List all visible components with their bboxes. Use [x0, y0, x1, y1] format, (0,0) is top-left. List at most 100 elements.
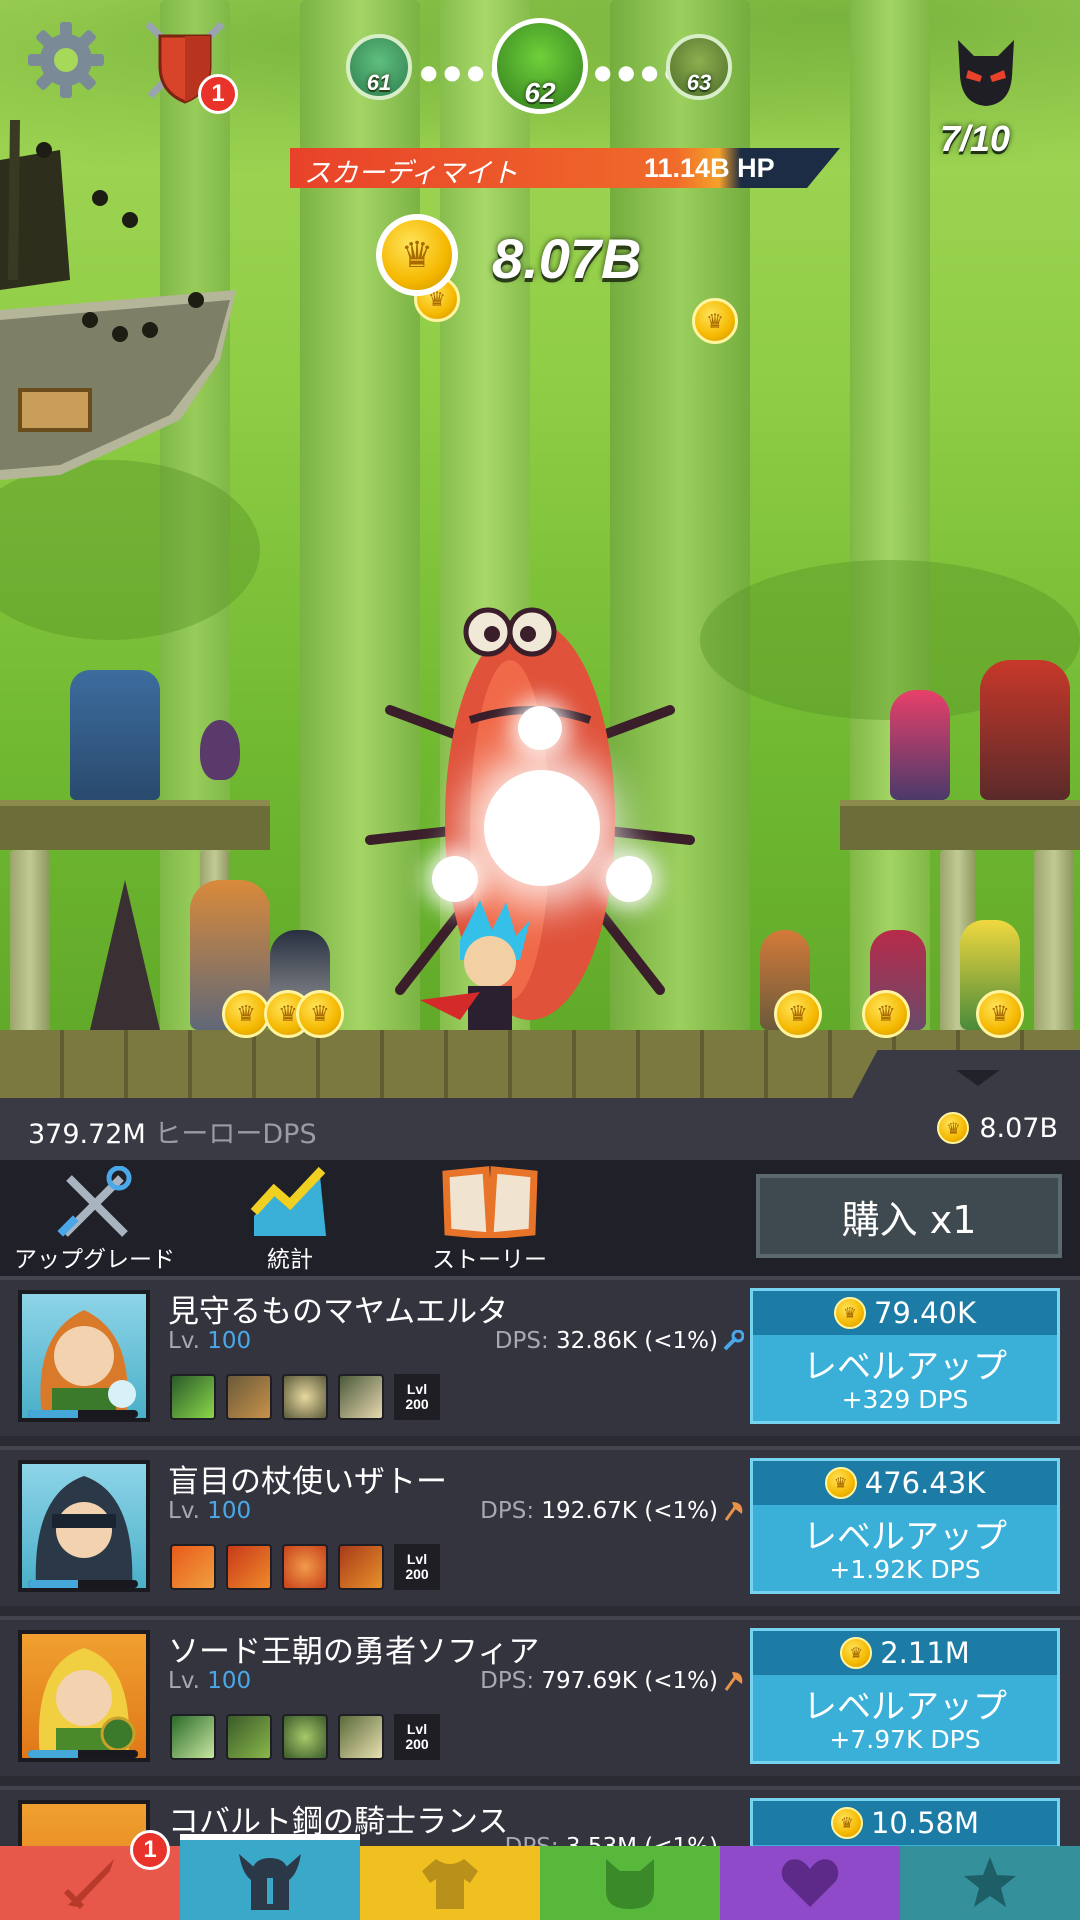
stats-button[interactable]: 統計: [250, 1166, 330, 1274]
dps-label: DPS:: [480, 1498, 535, 1524]
skill-icon[interactable]: [226, 1714, 272, 1760]
gold-coin-icon: ♛: [824, 1467, 857, 1499]
skill-icon[interactable]: [338, 1544, 384, 1590]
dps-value: 192.67K (<1%): [541, 1498, 718, 1524]
hero-character: [890, 690, 950, 800]
stage-node-current[interactable]: 62: [492, 18, 588, 114]
gold-coin[interactable]: ♛: [692, 298, 738, 344]
chevron-down-icon[interactable]: [956, 1070, 1000, 1086]
level-up-button[interactable]: ♛ 476.43K レベルアップ +1.92K DPS: [750, 1458, 1060, 1594]
level-value: 100: [207, 1668, 252, 1694]
level-label: Lv.: [168, 1498, 200, 1524]
clan-notification-badge: 1: [198, 74, 238, 114]
attack-flash: [518, 706, 562, 750]
gold-coin-icon: ♛: [833, 1297, 866, 1329]
skill-icon[interactable]: [282, 1714, 328, 1760]
level-up-button[interactable]: ♛ 2.11M レベルアップ +7.97K DPS: [750, 1628, 1060, 1764]
crossed-swords-icon: [56, 1166, 131, 1237]
sword-icon: [63, 1859, 114, 1910]
right-ledge: [840, 800, 1080, 850]
hero-face-image: [35, 1476, 133, 1588]
tab-pets[interactable]: [540, 1846, 720, 1920]
stage-number: 61: [366, 70, 392, 95]
story-button[interactable]: ストーリー: [432, 1166, 547, 1274]
hero-dps: DPS: 3.53M (<1%): [505, 1834, 718, 1846]
stage-number: 63: [686, 70, 712, 95]
gold-coin[interactable]: ♛: [862, 990, 910, 1038]
stage-node-next[interactable]: 63: [666, 34, 732, 100]
hero-dps-value: 379.72M: [28, 1119, 146, 1150]
attack-flash: [606, 856, 652, 902]
list-item: 盲目の杖使いザトー Lv. 100 DPS: 192.67K (<1%) Lvl…: [0, 1446, 1080, 1606]
xp-fill: [28, 1750, 78, 1758]
tab-clan[interactable]: [720, 1846, 900, 1920]
skill-icon[interactable]: [226, 1374, 272, 1420]
level-up-button[interactable]: ♛ 79.40K レベルアップ +329 DPS: [750, 1288, 1060, 1424]
story-label: ストーリー: [432, 1247, 547, 1273]
hero-portrait[interactable]: [18, 1630, 150, 1762]
skill-icon[interactable]: [170, 1374, 216, 1420]
dps-label: DPS:: [494, 1328, 549, 1354]
hero-character: [980, 660, 1070, 800]
upgrade-button[interactable]: アップグレード: [14, 1166, 175, 1274]
skill-icon[interactable]: [226, 1544, 272, 1590]
level-up-cost: ♛ 2.11M: [753, 1631, 1057, 1675]
xp-fill: [28, 1410, 78, 1418]
gold-coin[interactable]: ♛: [296, 990, 344, 1038]
level-up-label: レベルアップ: [803, 1347, 1007, 1387]
tab-sword[interactable]: 1: [0, 1830, 180, 1920]
skill-icon[interactable]: [170, 1714, 216, 1760]
dps-gain: +1.92K DPS: [829, 1555, 981, 1584]
dps-gain: +7.97K DPS: [829, 1725, 981, 1754]
tab-equipment[interactable]: [360, 1846, 540, 1920]
lvl-badge-value: 200: [405, 1736, 429, 1752]
gold-coin[interactable]: ♛: [774, 990, 822, 1038]
level-label: Lv.: [168, 1668, 200, 1694]
airship: [0, 120, 236, 480]
lvl-badge: Lvl 200: [394, 1714, 440, 1760]
demon-head-icon[interactable]: [950, 36, 1022, 108]
tab-heroes[interactable]: [180, 1834, 360, 1920]
tab-achievements[interactable]: [900, 1846, 1080, 1920]
boss-name: スカーディマイト: [304, 158, 519, 189]
attack-flash: [484, 770, 600, 886]
skill-icon[interactable]: [282, 1544, 328, 1590]
lvl-badge: Lvl 200: [394, 1374, 440, 1420]
hero-portrait[interactable]: [18, 1290, 150, 1422]
gold-coin-icon: ♛: [937, 1112, 970, 1144]
stats-chart-icon: [250, 1166, 326, 1236]
stage-node-previous[interactable]: 61: [346, 34, 412, 100]
pillar: [10, 850, 50, 1040]
hero-xp-bar: [28, 1750, 138, 1758]
level-up-button[interactable]: ♛ 10.58M: [750, 1798, 1060, 1846]
hero-xp-bar: [28, 1580, 138, 1588]
skill-icon[interactable]: [338, 1714, 384, 1760]
gold-coin-icon: ♛: [376, 214, 458, 296]
hero-list[interactable]: 見守るものマヤムエルタ Lv. 100 DPS: 32.86K (<1%) Lv…: [0, 1276, 1080, 1846]
cat-head-icon: [606, 1859, 654, 1909]
skill-icon[interactable]: [282, 1374, 328, 1420]
open-book-icon: [441, 1166, 538, 1238]
lvl-badge-label: Lvl: [406, 1550, 428, 1567]
cost-value: 10.58M: [870, 1806, 980, 1840]
star-icon: [964, 1857, 1016, 1907]
level-value: 100: [207, 1498, 252, 1524]
gold-total: ♛ 8.07B: [937, 1112, 1058, 1144]
level-label: Lv.: [168, 1328, 200, 1354]
gold-coin[interactable]: ♛: [976, 990, 1024, 1038]
gold-coin-icon: ♛: [840, 1637, 873, 1669]
battle-scene[interactable]: ♛ ♛ ♛ ♛ ♛ ♛ ♛ ♛ 1 61 ●●●● 62 ●●●● 63 7/1…: [0, 0, 1080, 1098]
hero-portrait[interactable]: [18, 1460, 150, 1592]
shirt-icon: [422, 1859, 478, 1909]
hero-portrait[interactable]: [18, 1800, 150, 1846]
buy-multiplier-button[interactable]: 購入 x1: [756, 1174, 1062, 1258]
hero-dps: 379.72M ヒーローDPS: [28, 1112, 317, 1151]
skill-icon[interactable]: [170, 1544, 216, 1590]
axe-icon: [724, 1502, 743, 1521]
gold-total-value: 8.07B: [979, 1112, 1058, 1144]
gold-coin[interactable]: ♛: [222, 990, 270, 1038]
settings-gear-icon[interactable]: [24, 18, 108, 102]
skill-icon[interactable]: [338, 1374, 384, 1420]
hero-level: Lv. 100: [168, 1328, 251, 1354]
viking-helmet-icon: [239, 1854, 301, 1910]
